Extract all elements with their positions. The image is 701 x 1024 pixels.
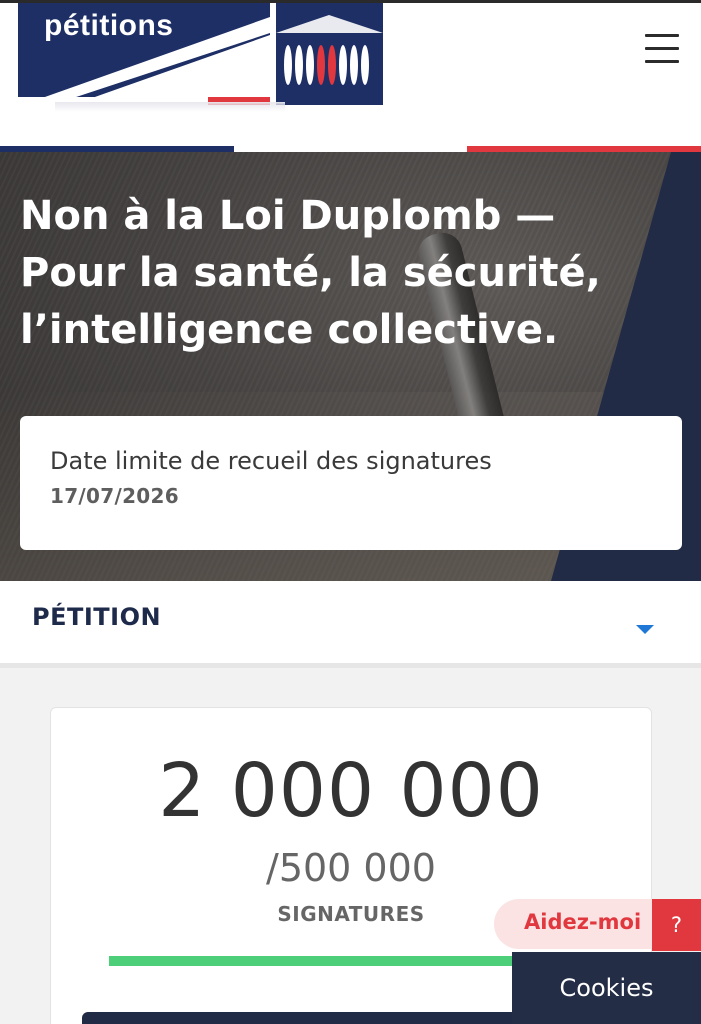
question-icon[interactable]: ? [652,899,701,951]
petition-title: Non à la Loi Duplomb — Pour la santé, la… [20,193,601,353]
page: pétitions Non à la Loi Duplomb — Pour la… [0,0,701,1024]
help-label: Aidez-moi [524,910,642,934]
hamburger-menu-icon[interactable] [645,34,681,66]
caret-down-icon [636,625,654,634]
site-header: pétitions [0,0,701,148]
logo-shadow [55,102,285,112]
petitions-logo[interactable]: pétitions [18,3,383,105]
hero-banner: Non à la Loi Duplomb — Pour la santé, la… [0,152,701,581]
cookies-button[interactable]: Cookies [512,952,701,1024]
logo-text: pétitions [44,9,174,42]
section-title: PÉTITION [32,603,162,631]
menu-bar [645,47,679,50]
deadline-card: Date limite de recueil des signatures 17… [20,416,682,550]
menu-bar [645,34,679,37]
petition-section-toggle[interactable]: PÉTITION [0,581,701,665]
deadline-date: 17/07/2026 [50,484,179,508]
menu-bar [645,60,679,63]
deadline-label: Date limite de recueil des signatures [50,447,492,475]
help-button[interactable]: Aidez-moi [494,899,654,949]
signature-goal: /500 000 [266,846,436,890]
cookies-label: Cookies [559,974,654,1002]
signature-count: 2 000 000 [158,748,544,834]
